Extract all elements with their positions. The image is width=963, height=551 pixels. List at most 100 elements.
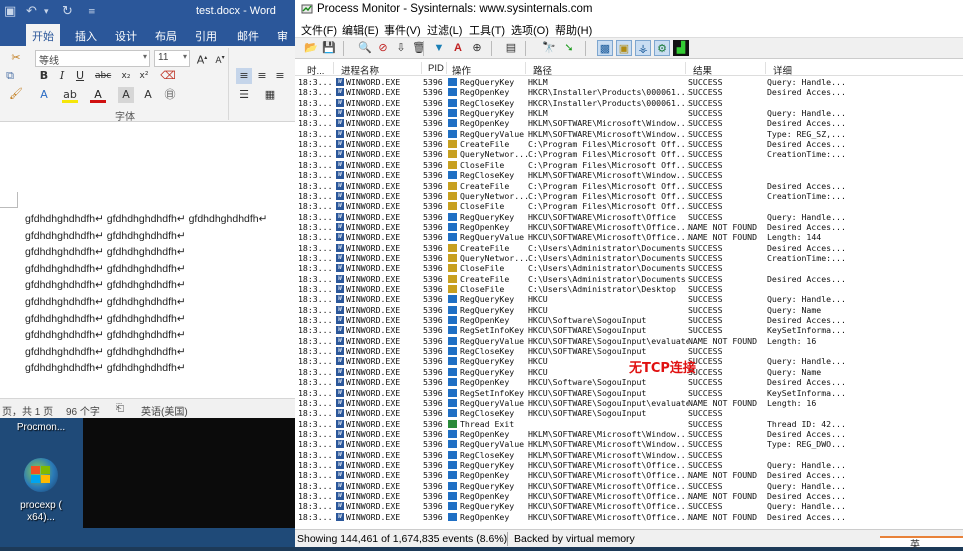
tab-layout[interactable]: 布局 xyxy=(155,28,177,44)
redo-icon[interactable]: ↻ xyxy=(62,4,73,19)
proofing-icon[interactable]: ⎗ xyxy=(116,403,124,414)
cut-icon[interactable]: ✂ xyxy=(8,50,24,66)
tab-home[interactable]: 开始 xyxy=(26,24,60,46)
align-right-button[interactable]: ≡ xyxy=(272,68,288,84)
menu-file[interactable]: 文件(F) xyxy=(301,22,337,38)
menu-options[interactable]: 选项(O) xyxy=(511,22,549,38)
event-row[interactable]: W 18:3... WINWORD.EXE 5396 RegQueryKey HKCU\S… xyxy=(295,460,963,470)
filter-icon[interactable]: ▼ xyxy=(431,40,447,56)
char-border-button[interactable]: A xyxy=(140,87,156,103)
word-count[interactable]: 96 个字 xyxy=(66,403,100,418)
enclose-char-button[interactable]: ㊐ xyxy=(162,87,178,103)
process-tree-icon[interactable]: ▤ xyxy=(503,40,519,56)
underline-button[interactable]: U xyxy=(72,68,88,84)
subscript-button[interactable]: x₂ xyxy=(118,68,134,84)
col-process-name[interactable]: 进程名称 xyxy=(341,63,379,77)
col-path[interactable]: 路径 xyxy=(533,63,552,77)
desktop-icon-procmon[interactable]: Procmon... xyxy=(10,422,72,433)
copy-icon[interactable]: ⧉ xyxy=(2,68,18,84)
event-list[interactable]: W 18:3... WINWORD.EXE 5396 RegQueryKey HKLM SU… xyxy=(295,77,963,529)
shrink-font-icon[interactable]: A▾ xyxy=(212,50,228,66)
event-row[interactable]: W 18:3... WINWORD.EXE 5396 CreateFile C:\User… xyxy=(295,243,963,253)
menu-edit[interactable]: 编辑(E) xyxy=(342,22,379,38)
open-icon[interactable]: 📂 xyxy=(303,40,319,56)
menu-tools[interactable]: 工具(T) xyxy=(469,22,505,38)
event-row[interactable]: W 18:3... WINWORD.EXE 5396 QueryNetwor... C:\… xyxy=(295,149,963,159)
format-painter-icon[interactable]: 🖌 xyxy=(8,86,24,102)
console-window[interactable] xyxy=(83,418,295,528)
event-row[interactable]: W 18:3... WINWORD.EXE 5396 RegQueryKey HKCU\S… xyxy=(295,501,963,511)
event-row[interactable]: W 18:3... WINWORD.EXE 5396 RegCloseKey HKLM\S… xyxy=(295,170,963,180)
event-row[interactable]: W 18:3... WINWORD.EXE 5396 CloseFile C:\Users… xyxy=(295,284,963,294)
menu-filter[interactable]: 过滤(L) xyxy=(427,22,462,38)
filesystem-activity-icon[interactable]: ▣ xyxy=(616,40,632,56)
align-left-button[interactable]: ≡ xyxy=(236,68,252,84)
bold-button[interactable]: B xyxy=(36,68,52,84)
event-row[interactable]: W 18:3... WINWORD.EXE 5396 CloseFile C:\Progr… xyxy=(295,160,963,170)
customize-qat-icon[interactable]: ≡ xyxy=(88,7,96,17)
event-row[interactable]: W 18:3... WINWORD.EXE 5396 RegOpenKey HKCU\SO… xyxy=(295,512,963,522)
line-spacing-button[interactable]: ☰ xyxy=(236,87,252,103)
event-row[interactable]: W 18:3... WINWORD.EXE 5396 CreateFile C:\Prog… xyxy=(295,181,963,191)
event-row[interactable]: W 18:3... WINWORD.EXE 5396 RegOpenKey HKCU\SO… xyxy=(295,470,963,480)
autoscroll-icon[interactable]: ⇩ xyxy=(393,40,409,56)
event-row[interactable]: W 18:3... WINWORD.EXE 5396 RegCloseKey HKCR\I… xyxy=(295,98,963,108)
undo-icon[interactable]: ↶ xyxy=(26,4,37,19)
event-row[interactable]: W 18:3... WINWORD.EXE 5396 CreateFile C:\User… xyxy=(295,274,963,284)
save-icon[interactable]: ▣ xyxy=(4,4,16,19)
col-operation[interactable]: 操作 xyxy=(452,63,471,77)
event-row[interactable]: W 18:3... WINWORD.EXE 5396 RegOpenKey HKLM\SO… xyxy=(295,118,963,128)
event-row[interactable]: W 18:3... WINWORD.EXE 5396 RegQueryValue HKLM… xyxy=(295,439,963,449)
event-row[interactable]: W 18:3... WINWORD.EXE 5396 CreateFile C:\Prog… xyxy=(295,139,963,149)
col-result[interactable]: 结果 xyxy=(693,63,712,77)
event-row[interactable]: W 18:3... WINWORD.EXE 5396 RegQueryKey HKLM SU… xyxy=(295,77,963,87)
event-row[interactable]: W 18:3... WINWORD.EXE 5396 RegCloseKey HKLM\S… xyxy=(295,450,963,460)
italic-button[interactable]: I xyxy=(54,68,70,84)
process-activity-icon[interactable]: ⚙ xyxy=(654,40,670,56)
event-row[interactable]: W 18:3... WINWORD.EXE 5396 RegOpenKey HKLM\SO… xyxy=(295,429,963,439)
event-row[interactable]: W 18:3... WINWORD.EXE 5396 RegQueryKey HKCU SU… xyxy=(295,305,963,315)
jump-icon[interactable]: ➘ xyxy=(561,40,577,56)
event-row[interactable]: W 18:3... WINWORD.EXE 5396 CloseFile C:\Progr… xyxy=(295,201,963,211)
tab-mailings[interactable]: 邮件 xyxy=(237,28,259,44)
highlight-button[interactable]: ab xyxy=(62,87,78,103)
font-color-button[interactable]: A xyxy=(90,87,106,103)
language-status[interactable]: 英语(美国) xyxy=(141,403,188,418)
event-row[interactable]: W 18:3... WINWORD.EXE 5396 RegOpenKey HKCR\In… xyxy=(295,87,963,97)
include-process-icon[interactable]: ⊕ xyxy=(469,40,485,56)
event-row[interactable]: W 18:3... WINWORD.EXE 5396 RegQueryValue HKLM… xyxy=(295,129,963,139)
tab-insert[interactable]: 插入 xyxy=(75,28,97,44)
event-row[interactable]: W 18:3... WINWORD.EXE 5396 RegSetInfoKey HKCU… xyxy=(295,325,963,335)
tab-design[interactable]: 设计 xyxy=(115,28,137,44)
event-row[interactable]: W 18:3... WINWORD.EXE 5396 RegSetInfoKey HKCU… xyxy=(295,388,963,398)
event-row[interactable]: W 18:3... WINWORD.EXE 5396 RegOpenKey HKCU\SO… xyxy=(295,491,963,501)
event-row[interactable]: W 18:3... WINWORD.EXE 5396 RegOpenKey HKCU\So… xyxy=(295,315,963,325)
col-detail[interactable]: 详细 xyxy=(773,63,792,77)
col-time[interactable]: 时... xyxy=(307,63,324,77)
menu-event[interactable]: 事件(V) xyxy=(384,22,421,38)
tab-references[interactable]: 引用 xyxy=(195,28,217,44)
text-effects-button[interactable]: A xyxy=(36,87,52,103)
superscript-button[interactable]: x² xyxy=(136,68,152,84)
profiling-activity-icon[interactable]: ▟ xyxy=(673,40,689,56)
event-row[interactable]: W 18:3... WINWORD.EXE 5396 QueryNetwor... C:\… xyxy=(295,253,963,263)
shading-button[interactable]: A xyxy=(118,87,134,103)
document-body[interactable]: gfdhdhghdhdfh↵ gfdhdhghdhdfh↵ gfdhdhghdh… xyxy=(0,122,295,398)
event-row[interactable]: W 18:3... WINWORD.EXE 5396 CloseFile C:\Users… xyxy=(295,263,963,273)
event-row[interactable]: W 18:3... WINWORD.EXE 5396 RegQueryKey HKCU SU… xyxy=(295,294,963,304)
clear-format-icon[interactable]: ⌫ xyxy=(160,68,176,84)
event-row[interactable]: W 18:3... WINWORD.EXE 5396 Thread Exit SUCCES… xyxy=(295,419,963,429)
find-icon[interactable]: 🔭 xyxy=(541,40,557,56)
event-row[interactable]: W 18:3... WINWORD.EXE 5396 RegQueryValue HKCU… xyxy=(295,232,963,242)
event-row[interactable]: W 18:3... WINWORD.EXE 5396 RegQueryKey HKCU\S… xyxy=(295,212,963,222)
magnifier-icon[interactable]: 🔍 xyxy=(357,40,373,56)
strikethrough-button[interactable]: abc xyxy=(95,68,111,84)
undo-dropdown-icon[interactable]: ▾ xyxy=(44,7,49,17)
event-row[interactable]: W 18:3... WINWORD.EXE 5396 RegOpenKey HKCU\So… xyxy=(295,377,963,387)
event-row[interactable]: W 18:3... WINWORD.EXE 5396 RegQueryKey HKCU\S… xyxy=(295,481,963,491)
grow-font-icon[interactable]: A▴ xyxy=(194,50,210,67)
font-name-combo[interactable]: 等线 ▾ xyxy=(35,50,150,67)
network-activity-icon[interactable]: ⚶ xyxy=(635,40,651,56)
event-row[interactable]: W 18:3... WINWORD.EXE 5396 RegOpenKey HKCU\SO… xyxy=(295,222,963,232)
event-row[interactable]: W 18:3... WINWORD.EXE 5396 RegQueryValue HKCU… xyxy=(295,398,963,408)
